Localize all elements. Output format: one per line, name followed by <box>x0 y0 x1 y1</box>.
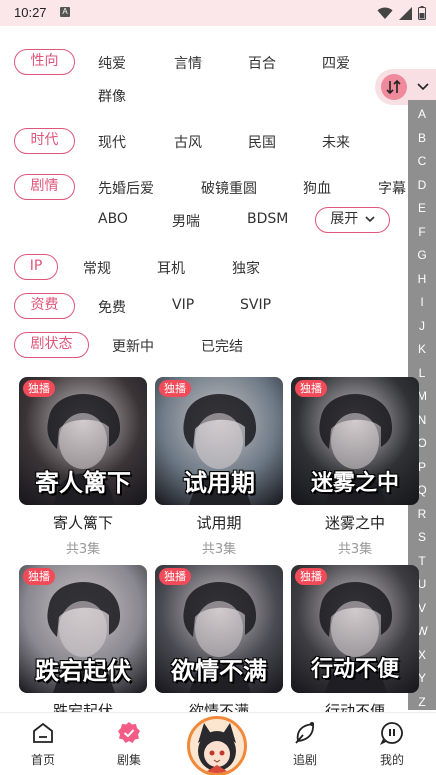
signal-icon <box>399 6 412 20</box>
card-title[interactable]: 寄人篱下 <box>19 512 147 533</box>
sort-icon <box>381 74 407 100</box>
index-letter[interactable]: K <box>408 342 436 356</box>
option-four-love[interactable]: 四爱 <box>322 53 350 73</box>
option-ancient[interactable]: 古风 <box>174 132 202 152</box>
option-abo[interactable]: ABO <box>98 211 128 227</box>
option-free[interactable]: 免费 <box>98 297 126 317</box>
exclusive-badge: 独播 <box>159 380 191 397</box>
drama-card[interactable]: 独播 寄人篱下 寄人篱下 共3集 <box>19 377 147 567</box>
nav-mine-label: 我的 <box>379 753 404 767</box>
index-letter[interactable]: H <box>408 272 436 286</box>
exclusive-badge: 独播 <box>295 568 327 585</box>
option-exclusive[interactable]: 独家 <box>232 258 260 278</box>
index-letter[interactable]: C <box>408 154 436 168</box>
cover-title-text: 行动不便 <box>310 657 399 682</box>
leaf-icon <box>295 722 314 744</box>
option-male-voice[interactable]: 男喘 <box>172 211 200 231</box>
index-letter[interactable]: D <box>408 178 436 192</box>
index-letter[interactable]: B <box>408 131 436 145</box>
cover-title-text: 寄人篱下 <box>35 469 131 497</box>
nav-follow-label: 追剧 <box>292 753 317 767</box>
filter-label-orientation[interactable]: 性向 <box>14 49 75 75</box>
status-time: 10:27 <box>14 5 47 20</box>
option-future[interactable]: 未来 <box>322 132 350 152</box>
exclusive-badge: 独播 <box>295 380 327 397</box>
notification-icon: A <box>60 7 70 17</box>
chevron-down-icon <box>365 216 375 223</box>
option-updating[interactable]: 更新中 <box>112 336 154 356</box>
filter-label-ip[interactable]: IP <box>14 254 58 280</box>
option-ensemble[interactable]: 群像 <box>98 86 126 106</box>
nav-mine[interactable]: 我的 <box>362 713 422 775</box>
option-modern[interactable]: 现代 <box>98 132 126 152</box>
exclusive-badge: 独播 <box>23 568 55 585</box>
option-lily[interactable]: 百合 <box>248 53 276 73</box>
card-cover[interactable]: 独播寄人篱下 <box>19 377 147 505</box>
avatar[interactable] <box>187 716 247 775</box>
filter-label-plot[interactable]: 剧情 <box>14 174 75 200</box>
card-title[interactable]: 迷雾之中 <box>291 512 419 533</box>
index-letter[interactable]: E <box>408 201 436 215</box>
status-bar: 10:27 A <box>0 0 436 26</box>
nav-series[interactable]: 剧集 <box>99 713 159 775</box>
option-svip[interactable]: SVIP <box>240 297 271 313</box>
option-pure-love[interactable]: 纯爱 <box>98 53 126 73</box>
index-letter[interactable]: F <box>408 225 436 239</box>
option-romance[interactable]: 言情 <box>174 53 202 73</box>
option-republic[interactable]: 民国 <box>248 132 276 152</box>
episode-count: 共3集 <box>201 542 237 557</box>
option-regular[interactable]: 常规 <box>83 258 111 278</box>
battery-icon <box>418 6 426 20</box>
option-subtitles[interactable]: 字幕 <box>378 178 406 198</box>
nav-series-label: 剧集 <box>116 753 141 767</box>
status-icons <box>377 6 426 20</box>
chevron-down-icon <box>417 83 429 91</box>
badge-check-icon <box>118 722 140 743</box>
nav-follow[interactable]: 追剧 <box>275 713 335 775</box>
cover-title-text: 迷雾之中 <box>310 471 399 496</box>
filter-label-status[interactable]: 剧状态 <box>14 332 89 358</box>
drama-card[interactable]: 独播 迷雾之中 迷雾之中 共3集 <box>291 377 419 567</box>
option-earphone[interactable]: 耳机 <box>157 258 185 278</box>
nav-home[interactable]: 首页 <box>13 713 73 775</box>
card-cover[interactable]: 独播迷雾之中 <box>291 377 419 505</box>
index-letter[interactable]: G <box>408 248 436 262</box>
exclusive-badge: 独播 <box>159 568 191 585</box>
drama-card[interactable]: 独播 试用期 试用期 共3集 <box>155 377 283 567</box>
nav-home-label: 首页 <box>30 753 55 767</box>
option-reunion[interactable]: 破镜重圆 <box>201 178 257 198</box>
index-letter[interactable]: A <box>408 107 436 121</box>
expand-button[interactable]: 展开 <box>315 207 390 233</box>
home-icon <box>33 722 53 743</box>
card-cover[interactable]: 独播行动不便 <box>291 565 419 693</box>
cover-title-text: 欲情不满 <box>171 657 267 685</box>
option-vip[interactable]: VIP <box>172 297 194 313</box>
cover-title-text: 跌宕起伏 <box>35 657 131 685</box>
index-letter[interactable]: I <box>408 295 436 309</box>
exclusive-badge: 独播 <box>23 380 55 397</box>
episode-count: 共3集 <box>337 542 373 557</box>
option-marriage-first[interactable]: 先婚后爱 <box>98 178 154 198</box>
option-completed[interactable]: 已完结 <box>201 336 243 356</box>
card-cover[interactable]: 独播试用期 <box>155 377 283 505</box>
filter-label-era[interactable]: 时代 <box>14 128 75 154</box>
wifi-icon <box>377 7 393 19</box>
expand-label: 展开 <box>330 211 359 227</box>
filter-label-fee[interactable]: 资费 <box>14 293 75 319</box>
episode-count: 共3集 <box>65 542 101 557</box>
index-letter[interactable]: J <box>408 319 436 333</box>
option-bdsm[interactable]: BDSM <box>247 211 288 227</box>
card-title[interactable]: 试用期 <box>155 512 283 533</box>
card-cover[interactable]: 独播跌宕起伏 <box>19 565 147 693</box>
cover-title-text: 试用期 <box>183 469 255 497</box>
bottom-nav: 首页 剧集 追剧 我的 <box>0 712 436 775</box>
card-cover[interactable]: 独播欲情不满 <box>155 565 283 693</box>
profile-icon <box>380 722 403 745</box>
option-melodrama[interactable]: 狗血 <box>303 178 331 198</box>
